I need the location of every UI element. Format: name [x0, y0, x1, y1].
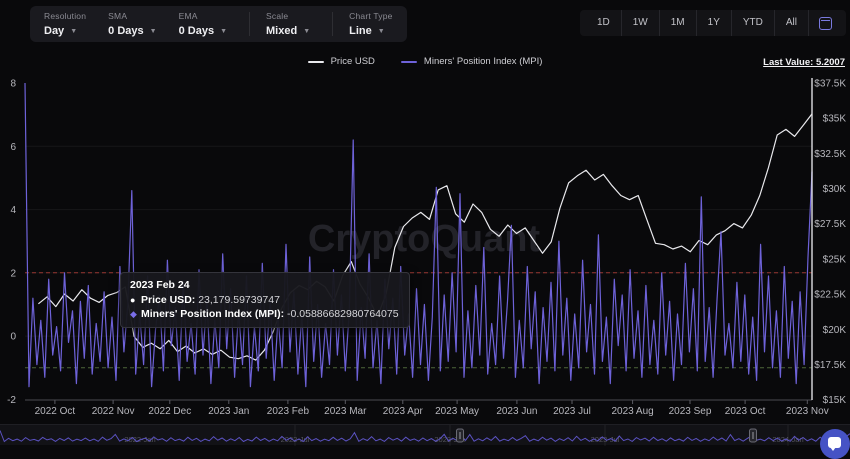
y-right-label: $15K	[823, 395, 847, 406]
x-tick-label: 2023 Jul	[553, 406, 591, 417]
watermark: CryptoQuant	[308, 218, 541, 260]
y-right-label: $27.5K	[814, 219, 846, 230]
y-right-label: $22.5K	[814, 290, 846, 301]
tooltip-date: 2023 Feb 24	[130, 278, 399, 292]
y-right-label: $37.5K	[814, 79, 846, 90]
tooltip-row: ●Price USD: 23,179.59739747	[130, 293, 399, 307]
y-left-label: 2	[10, 268, 16, 279]
y-left-label: -2	[7, 395, 16, 406]
x-tick-label: 2022 Nov	[92, 406, 135, 417]
y-right-label: $17.5K	[814, 360, 846, 371]
y-right-label: $30K	[823, 184, 847, 195]
navigator-date-label: 2024-Jan	[772, 435, 803, 444]
chat-button[interactable]	[820, 429, 850, 459]
tooltip-series-value: 23,179.59739747	[195, 294, 280, 306]
x-tick-label: 2023 Nov	[786, 406, 829, 417]
main-chart[interactable]: CryptoQuant 2022 Oct 2022 Nov 2022 Dec 2023 …	[0, 0, 850, 424]
y-left-label: 8	[10, 79, 16, 90]
x-tick-label: 2023 Jun	[496, 406, 537, 417]
series-marker-icon: ◆	[130, 307, 141, 321]
x-tick-label: 2022 Dec	[148, 406, 191, 417]
x-tick-label: 2023 May	[435, 406, 479, 417]
chat-icon	[828, 437, 841, 448]
y-right-label: $35K	[823, 114, 847, 125]
tooltip-row: ◆Miners' Position Index (MPI): -0.058866…	[130, 307, 399, 321]
y-right-label: $20K	[823, 325, 847, 336]
x-tick-label: 2022 Oct	[35, 406, 76, 417]
x-tick-label: 2023 Apr	[383, 406, 424, 417]
x-tick-label: 2023 Oct	[725, 406, 766, 417]
x-tick-label: 2023 Mar	[324, 406, 367, 417]
tooltip-series-value: -0.05886682980764075	[284, 308, 398, 320]
series-marker-icon: ●	[130, 293, 141, 307]
tooltip-series-label: Miners' Position Index (MPI):	[141, 308, 284, 320]
y-left-label: 4	[10, 205, 16, 216]
x-tick-label: 2023 Feb	[267, 406, 310, 417]
chart-navigator[interactable]: 2022-Jan2022-Jul2023-Jan2023-Jul2024-Jan	[0, 424, 850, 445]
y-right-label: $25K	[823, 254, 847, 265]
chart-tooltip: 2023 Feb 24 ●Price USD: 23,179.59739747◆…	[120, 272, 410, 328]
x-tick-label: 2023 Sep	[669, 406, 712, 417]
x-tick-label: 2023 Jan	[208, 406, 249, 417]
navigator-handle[interactable]	[457, 429, 464, 442]
y-right-label: $32.5K	[814, 149, 846, 160]
y-left-label: 6	[10, 142, 16, 153]
y-left-label: 0	[10, 332, 16, 343]
x-tick-label: 2023 Aug	[611, 406, 653, 417]
navigator-handle[interactable]	[750, 429, 757, 442]
tooltip-series-label: Price USD:	[141, 294, 195, 306]
